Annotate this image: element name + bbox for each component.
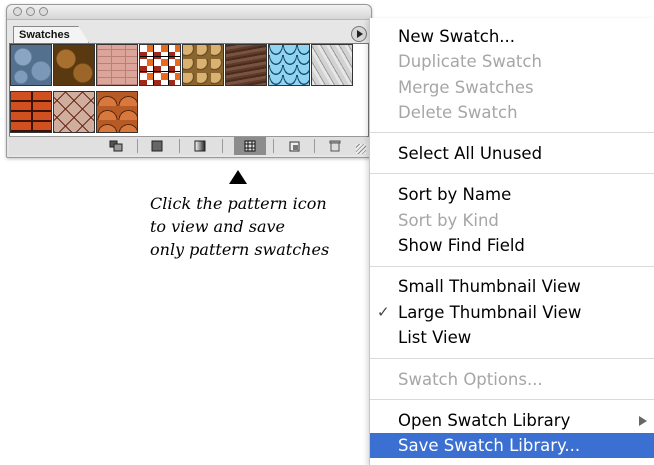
menu-divider: [370, 266, 654, 267]
menu-item-small-thumbnail-view[interactable]: Small Thumbnail View: [370, 274, 654, 299]
swatch-tan-pebbles[interactable]: [182, 44, 224, 86]
menu-item-new-swatch[interactable]: New Swatch...: [370, 24, 654, 49]
checkmark-icon: ✓: [377, 303, 390, 321]
swatch-orange-brick-weave[interactable]: [10, 91, 52, 133]
minimize-button[interactable]: [26, 7, 35, 16]
menu-item-select-all-unused[interactable]: Select All Unused: [370, 141, 654, 166]
menu-item-sort-by-name[interactable]: Sort by Name: [370, 182, 654, 207]
callout-line: to view and save: [150, 217, 285, 236]
callout-line: only pattern swatches: [150, 240, 330, 259]
swatch-checker-tiles[interactable]: [139, 44, 181, 86]
zoom-button[interactable]: [39, 7, 48, 16]
swatch-pink-brick[interactable]: [96, 44, 138, 86]
menu-divider: [370, 132, 654, 133]
swatch-brown-stone[interactable]: [53, 44, 95, 86]
menu-item-label: Large Thumbnail View: [398, 303, 582, 322]
menu-item-swatch-options: Swatch Options...: [398, 370, 543, 389]
show-pattern-swatches-icon[interactable]: [242, 139, 258, 152]
menu-item-large-thumbnail-view[interactable]: ✓ Large Thumbnail View: [370, 300, 654, 325]
swatch-blue-waves[interactable]: [268, 44, 310, 86]
menu-item-open-swatch-library[interactable]: Open Swatch Library: [370, 408, 654, 433]
menu-item-list-view[interactable]: List View: [370, 325, 654, 350]
menu-item-show-find-field[interactable]: Show Find Field: [370, 233, 654, 258]
menu-item-duplicate-swatch: Duplicate Swatch: [398, 52, 542, 71]
show-color-swatches-icon[interactable]: [149, 139, 165, 152]
swatch-orange-scales[interactable]: [96, 91, 138, 133]
callout-caption: Click the pattern icon to view and save …: [150, 192, 360, 261]
show-gradient-swatches-icon[interactable]: [192, 139, 208, 152]
menu-item-merge-swatches: Merge Swatches: [398, 78, 534, 97]
menu-divider: [370, 358, 654, 359]
palette-flyout-menu: New Swatch... Duplicate Swatch Merge Swa…: [369, 18, 654, 465]
menu-item-label: Open Swatch Library: [398, 411, 571, 430]
swatch-blue-stone[interactable]: [10, 44, 52, 86]
menu-divider: [370, 173, 654, 174]
swatch-gray-marble[interactable]: [311, 44, 353, 86]
swatch-toolbar: [9, 136, 367, 155]
menu-item-sort-by-kind: Sort by Kind: [398, 211, 499, 230]
menu-item-save-swatch-library[interactable]: Save Swatch Library...: [370, 433, 654, 458]
submenu-arrow-icon: [639, 416, 647, 426]
tab-swatches[interactable]: Swatches: [13, 26, 89, 43]
callout-arrow-icon: [229, 170, 247, 184]
resize-grip-icon[interactable]: [356, 144, 366, 154]
menu-item-delete-swatch: Delete Swatch: [398, 103, 518, 122]
swatch-wood-grain[interactable]: [225, 44, 267, 86]
palette-menu-button[interactable]: [351, 26, 367, 42]
delete-swatch-icon[interactable]: [327, 139, 343, 152]
close-button[interactable]: [13, 7, 22, 16]
swatch-grid: [9, 43, 369, 137]
swatches-palette: Swatches: [6, 4, 372, 158]
palette-titlebar[interactable]: [7, 5, 371, 20]
new-swatch-icon[interactable]: [287, 139, 303, 152]
swatch-diamond-lattice[interactable]: [53, 91, 95, 133]
callout-line: Click the pattern icon: [150, 194, 327, 213]
show-all-swatches-icon[interactable]: [108, 139, 124, 152]
menu-divider: [370, 399, 654, 400]
